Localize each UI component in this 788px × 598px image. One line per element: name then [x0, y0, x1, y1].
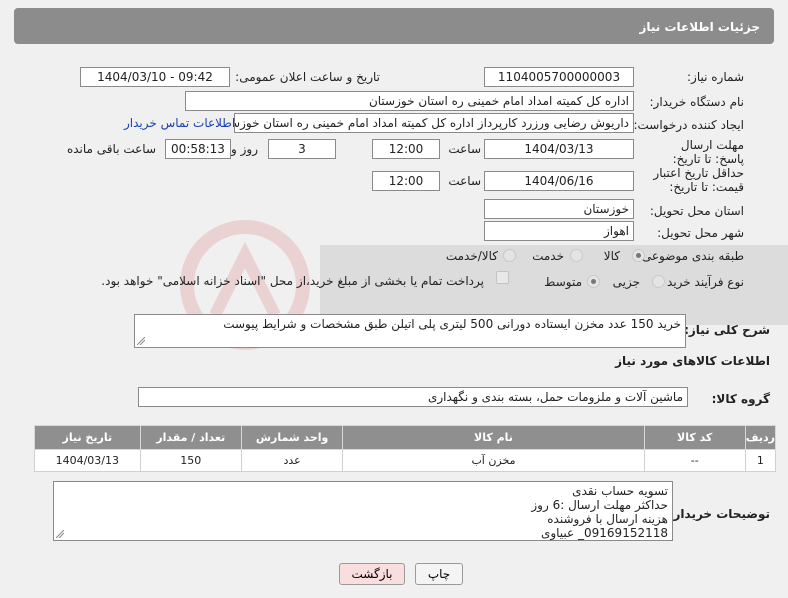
- notes-line: هزینه ارسال با فروشنده: [547, 512, 668, 526]
- requester-field: داریوش رضایی ورزرد کارپرداز اداره کل کمی…: [234, 113, 634, 133]
- treasury-payment-note: پرداخت تمام یا بخشی از مبلغ خرید،از محل …: [101, 274, 484, 288]
- notes-line: حداکثر مهلت ارسال :6 روز: [531, 498, 668, 512]
- need-number-label: شماره نیاز:: [687, 70, 744, 84]
- table-row: 1 -- مخزن آب عدد 150 1404/03/13: [34, 449, 777, 472]
- price-time-field: 12:00: [372, 171, 440, 191]
- reply-time-field: 12:00: [372, 139, 440, 159]
- province-field: خوزستان: [484, 199, 634, 219]
- process-option-minor: جزیی: [612, 275, 640, 289]
- category-option-goods-service: کالا/خدمت: [445, 249, 498, 263]
- description-text: خرید 150 عدد مخزن ایستاده دورانی 500 لیت…: [223, 317, 681, 331]
- process-type-label: نوع فرآیند خرید :: [659, 275, 744, 289]
- price-time-label: ساعت: [448, 174, 481, 188]
- resize-grip-icon[interactable]: [137, 337, 145, 345]
- announce-datetime-field: 1404/03/10 - 09:42: [80, 67, 230, 87]
- description-field: خرید 150 عدد مخزن ایستاده دورانی 500 لیت…: [134, 314, 686, 348]
- reply-deadline-label: مهلت ارسال پاسخ: تا تاریخ:: [672, 138, 744, 166]
- col-goods-code: کد کالا: [643, 425, 746, 450]
- print-button[interactable]: چاپ: [415, 563, 463, 585]
- buyer-org-field: اداره کل کمیته امداد امام خمینی ره استان…: [185, 91, 634, 111]
- category-radio-goods-service[interactable]: [503, 249, 516, 262]
- page-title-bar: جزئیات اطلاعات نیاز: [14, 8, 774, 44]
- announce-datetime-label: تاریخ و ساعت اعلان عمومی:: [235, 70, 380, 84]
- goods-group-label: گروه کالا:: [711, 392, 770, 406]
- cell-need-date: 1404/03/13: [34, 449, 141, 472]
- price-date-field: 1404/06/16: [484, 171, 634, 191]
- col-quantity: تعداد / مقدار: [139, 425, 242, 450]
- category-radio-goods[interactable]: [632, 249, 645, 262]
- category-label: طبقه بندی موضوعی:: [637, 249, 744, 263]
- cell-quantity: 150: [139, 449, 242, 472]
- reply-date-field: 1404/03/13: [484, 139, 634, 159]
- category-radio-service[interactable]: [570, 249, 583, 262]
- notes-line: 09169152118_ عبیاوی: [540, 526, 668, 540]
- cell-goods-code: --: [643, 449, 746, 472]
- table-header-row: ردیف کد کالا نام کالا واحد شمارش تعداد /…: [34, 425, 777, 450]
- buyer-org-label: نام دستگاه خریدار:: [649, 95, 745, 109]
- cell-goods-name: مخزن آب: [342, 449, 645, 472]
- goods-table: ردیف کد کالا نام کالا واحد شمارش تعداد /…: [34, 425, 777, 472]
- col-row-number: ردیف: [744, 425, 777, 450]
- back-button[interactable]: بازگشت: [339, 563, 405, 585]
- reply-time-label: ساعت: [448, 142, 481, 156]
- treasury-payment-checkbox[interactable]: [496, 271, 509, 284]
- general-description-label: شرح کلی نیاز:: [684, 323, 770, 337]
- col-goods-name: نام کالا: [342, 425, 645, 450]
- notes-line: تسویه حساب نقدی: [572, 484, 668, 498]
- page-title: جزئیات اطلاعات نیاز: [639, 20, 760, 34]
- process-radio-minor[interactable]: [652, 275, 665, 288]
- category-option-service: خدمت: [532, 249, 564, 263]
- reply-days-field: 3: [268, 139, 336, 159]
- delivery-city-label: شهر محل تحویل:: [657, 226, 744, 240]
- cell-unit: عدد: [240, 449, 344, 472]
- delivery-province-label: استان محل تحویل:: [649, 204, 744, 218]
- buyer-notes-label: توضیحات خریدار:: [668, 507, 770, 521]
- cell-row-number: 1: [744, 449, 777, 472]
- reply-remaining-field: 00:58:13: [165, 139, 231, 159]
- process-option-medium: متوسط: [544, 275, 582, 289]
- goods-group-field: ماشین آلات و ملزومات حمل، بسته بندی و نگ…: [138, 387, 688, 407]
- time-remaining-label: ساعت باقی مانده: [66, 142, 156, 156]
- buyer-notes-field: تسویه حساب نقدی حداکثر مهلت ارسال :6 روز…: [53, 481, 673, 541]
- category-option-goods: کالا: [603, 249, 620, 263]
- requester-label: ایجاد کننده درخواست:: [633, 118, 744, 132]
- resize-grip-icon[interactable]: [56, 530, 64, 538]
- col-need-date: تاریخ نیاز: [34, 425, 141, 450]
- col-unit: واحد شمارش: [240, 425, 344, 450]
- price-validity-label: حداقل تاریخ اعتبار قیمت: تا تاریخ:: [653, 166, 744, 194]
- buyer-contact-link[interactable]: اطلاعات تماس خریدار: [124, 116, 235, 130]
- city-field: اهواز: [484, 221, 634, 241]
- need-number-field: 1104005700000003: [484, 67, 634, 87]
- days-and-label: روز و: [231, 142, 258, 156]
- goods-info-title: اطلاعات کالاهای مورد نیاز: [615, 354, 770, 368]
- process-radio-medium[interactable]: [587, 275, 600, 288]
